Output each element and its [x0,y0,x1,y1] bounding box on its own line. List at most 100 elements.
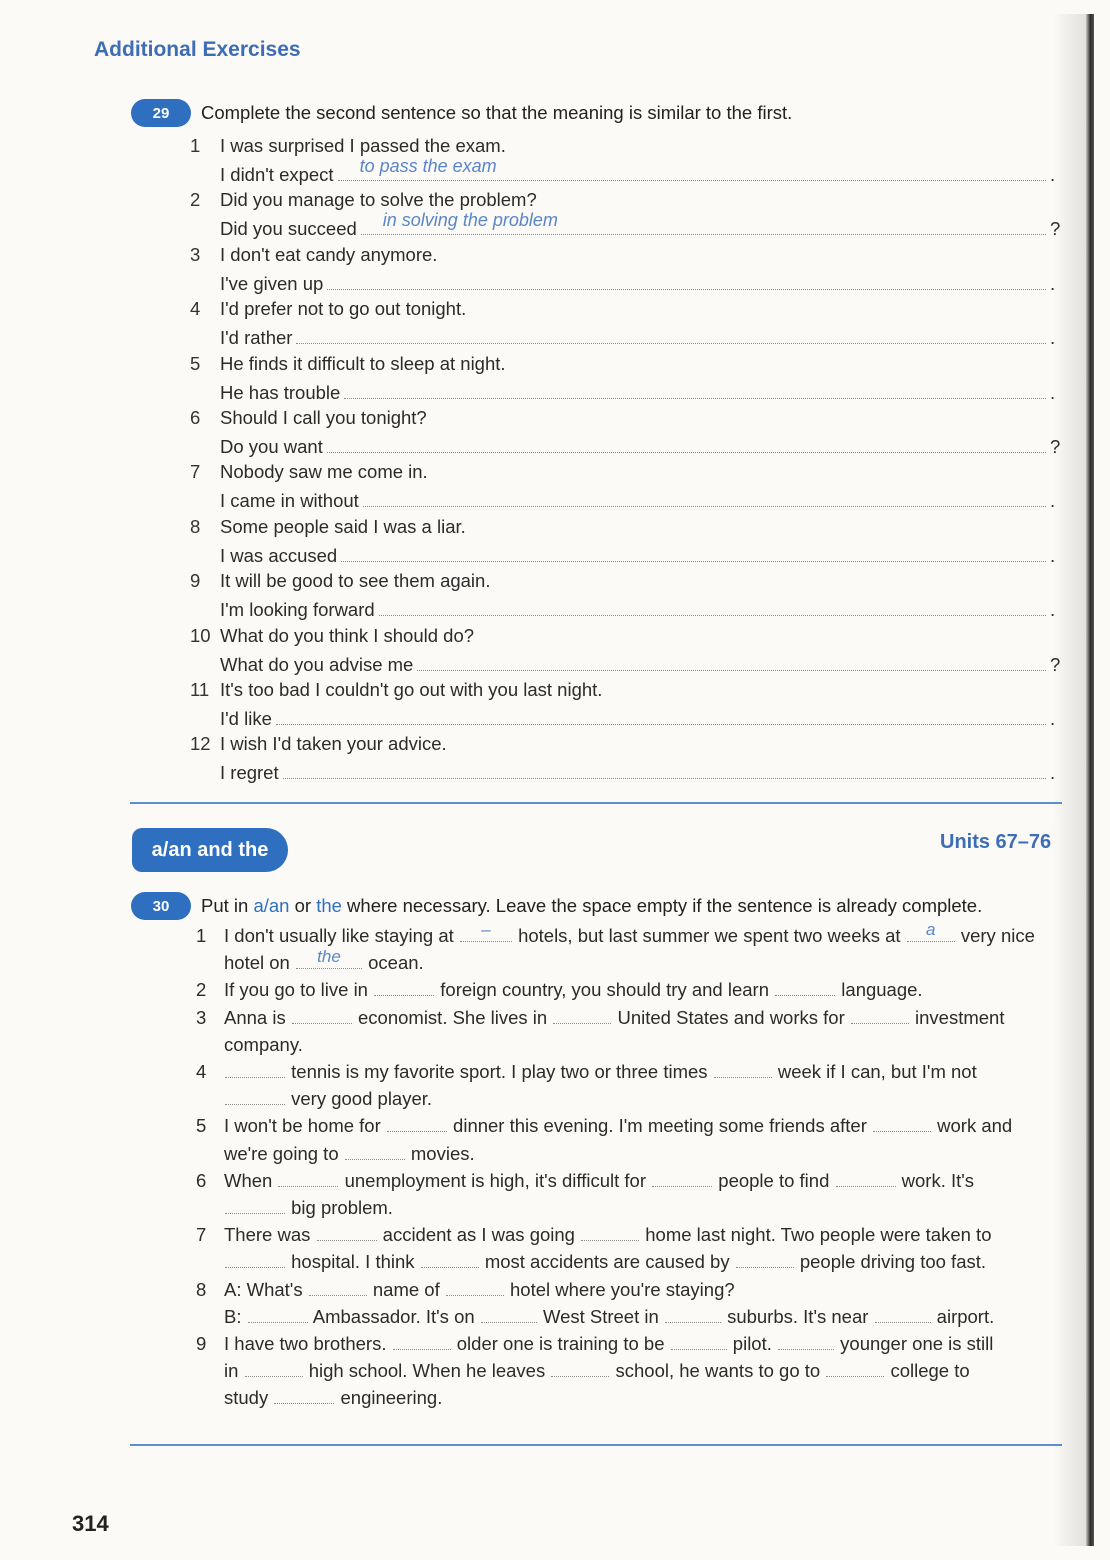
item-number: 7 [190,461,201,483]
answer-blank[interactable] [874,1304,931,1323]
question-text: I don't eat candy anymore. [220,243,438,265]
answer-blank[interactable] [386,1113,447,1133]
list-item: 2 If you go to live in foreign country, … [196,977,923,1001]
answer-blank[interactable] [873,1113,932,1133]
answer-blank[interactable] [274,1385,335,1405]
answer-blank[interactable] [835,1168,896,1187]
answer-line: Do you want? [190,431,1060,458]
section-divider [130,802,1062,804]
answer-line: I'd like. [190,703,1060,730]
answer-blank[interactable] [670,1331,727,1351]
question-line: 3 I don't eat candy anymore. [190,241,1060,268]
answer-blank[interactable] [327,268,1046,290]
page-heading: Additional Exercises [94,38,301,61]
answer-blank[interactable] [244,1358,303,1378]
item-number: 10 [190,624,211,646]
answer-blank[interactable]: the [295,947,362,970]
handwritten-answer: in solving the problem [382,210,558,231]
answer-blank[interactable] [374,977,435,997]
prompt-text: Do you want [220,436,323,457]
item-number: 8 [190,515,201,537]
answer-blank[interactable] [551,1358,610,1378]
sentence-end: . [1050,272,1056,294]
answer-blank[interactable] [445,1277,504,1296]
list-item: 11 It's too bad I couldn't go out with yo… [190,676,1060,730]
section-title: a/an and the [132,828,288,872]
answer-blank[interactable] [326,431,1046,453]
answer-blank[interactable] [420,1249,479,1269]
item-number: 6 [190,407,201,428]
answer-blank[interactable] [664,1304,721,1323]
list-item: 3 Anna is economist. She lives in United… [196,1005,1005,1055]
exercise-30-items: 1 I don't usually like staying at – hote… [196,919,1046,1412]
answer-line: I didn't expect to pass the exam. [190,156,1060,186]
list-item: 8 A: What's name of hotel where you're s… [196,1277,995,1327]
answer-blank[interactable] [775,977,836,997]
answer-line: What do you advise me? [190,649,1060,676]
sentence-end: ? [1050,218,1061,240]
question-text: I'd prefer not to go out tonight. [220,298,467,320]
sentence-end: . [1050,490,1056,512]
bottom-divider [130,1444,1062,1446]
answer-blank[interactable] [778,1331,835,1351]
question-line: 6 Should I call you tonight? [190,404,1060,431]
answer-blank[interactable] [581,1222,640,1242]
answer-blank[interactable] [826,1358,885,1378]
prompt-text: Did you succeed [220,218,357,240]
list-item: 1 I don't usually like staying at – hote… [196,919,1035,974]
question-text: Some people said I was a liar. [220,515,466,537]
list-item: 9 I have two brothers. older one is trai… [196,1331,994,1409]
question-text: Nobody saw me come in. [220,461,428,483]
list-item: 5 I won't be home for dinner this evenin… [196,1113,1013,1164]
answer-blank[interactable] [282,757,1046,780]
answer-line: I was accused. [190,540,1060,567]
answer-blank[interactable]: – [459,920,512,942]
answer-blank[interactable] [225,1195,285,1215]
answer-blank[interactable] [291,1005,352,1024]
answer-blank[interactable] [480,1304,537,1323]
answer-blank[interactable] [225,1249,285,1269]
sentence-end: . [1050,164,1056,185]
prompt-text: What do you advise me [220,653,414,675]
answer-blank[interactable] [278,1168,339,1187]
answer-line: I'm looking forward. [190,594,1060,621]
list-item: 9 It will be good to see them again. I'm l… [190,567,1060,621]
prompt-text: I'd like [220,708,272,729]
prompt-text: I'm looking forward [220,599,375,621]
answer-blank[interactable] [417,649,1046,671]
question-text: What do you think I should do? [220,624,475,646]
answer-blank[interactable] [344,1141,405,1160]
list-item: 6 When unemployment is high, it's diffic… [196,1168,975,1219]
answer-blank[interactable] [850,1005,909,1024]
prompt-text: He has trouble [220,381,341,403]
list-item: 10 What do you think I should do? What do … [190,622,1060,676]
answer-blank[interactable] [247,1304,308,1323]
sentence-end: ? [1050,653,1061,675]
question-text: It will be good to see them again. [220,570,491,592]
question-text: It's too bad I couldn't go out with you … [220,679,603,700]
answer-blank[interactable] [316,1222,377,1242]
answer-blank[interactable]: a [906,920,955,942]
answer-blank[interactable] [362,485,1046,508]
answer-blank[interactable]: in solving the problem [360,210,1046,236]
answer-blank[interactable] [308,1277,367,1296]
answer-blank[interactable] [735,1249,794,1269]
item-number: 1 [190,135,201,156]
answer-blank[interactable] [553,1005,612,1024]
list-item: 2 Did you manage to solve the problem? Did… [190,186,1060,240]
answer-blank[interactable] [378,594,1046,617]
sentence-end: . [1050,599,1056,621]
answer-blank[interactable] [275,703,1046,725]
answer-blank[interactable] [392,1331,451,1351]
answer-blank[interactable] [296,322,1046,345]
answer-blank[interactable] [341,540,1046,562]
answer-blank[interactable] [225,1059,285,1079]
answer-blank[interactable] [652,1168,713,1187]
answer-blank[interactable] [713,1059,772,1079]
answer-blank[interactable] [344,377,1046,399]
question-line: 5 He finds it difficult to sleep at night… [190,350,1060,377]
answer-blank[interactable] [225,1086,285,1106]
answer-line: I came in without. [190,485,1060,512]
answer-blank[interactable]: to pass the exam [337,156,1046,181]
item-number: 5 [190,352,201,374]
